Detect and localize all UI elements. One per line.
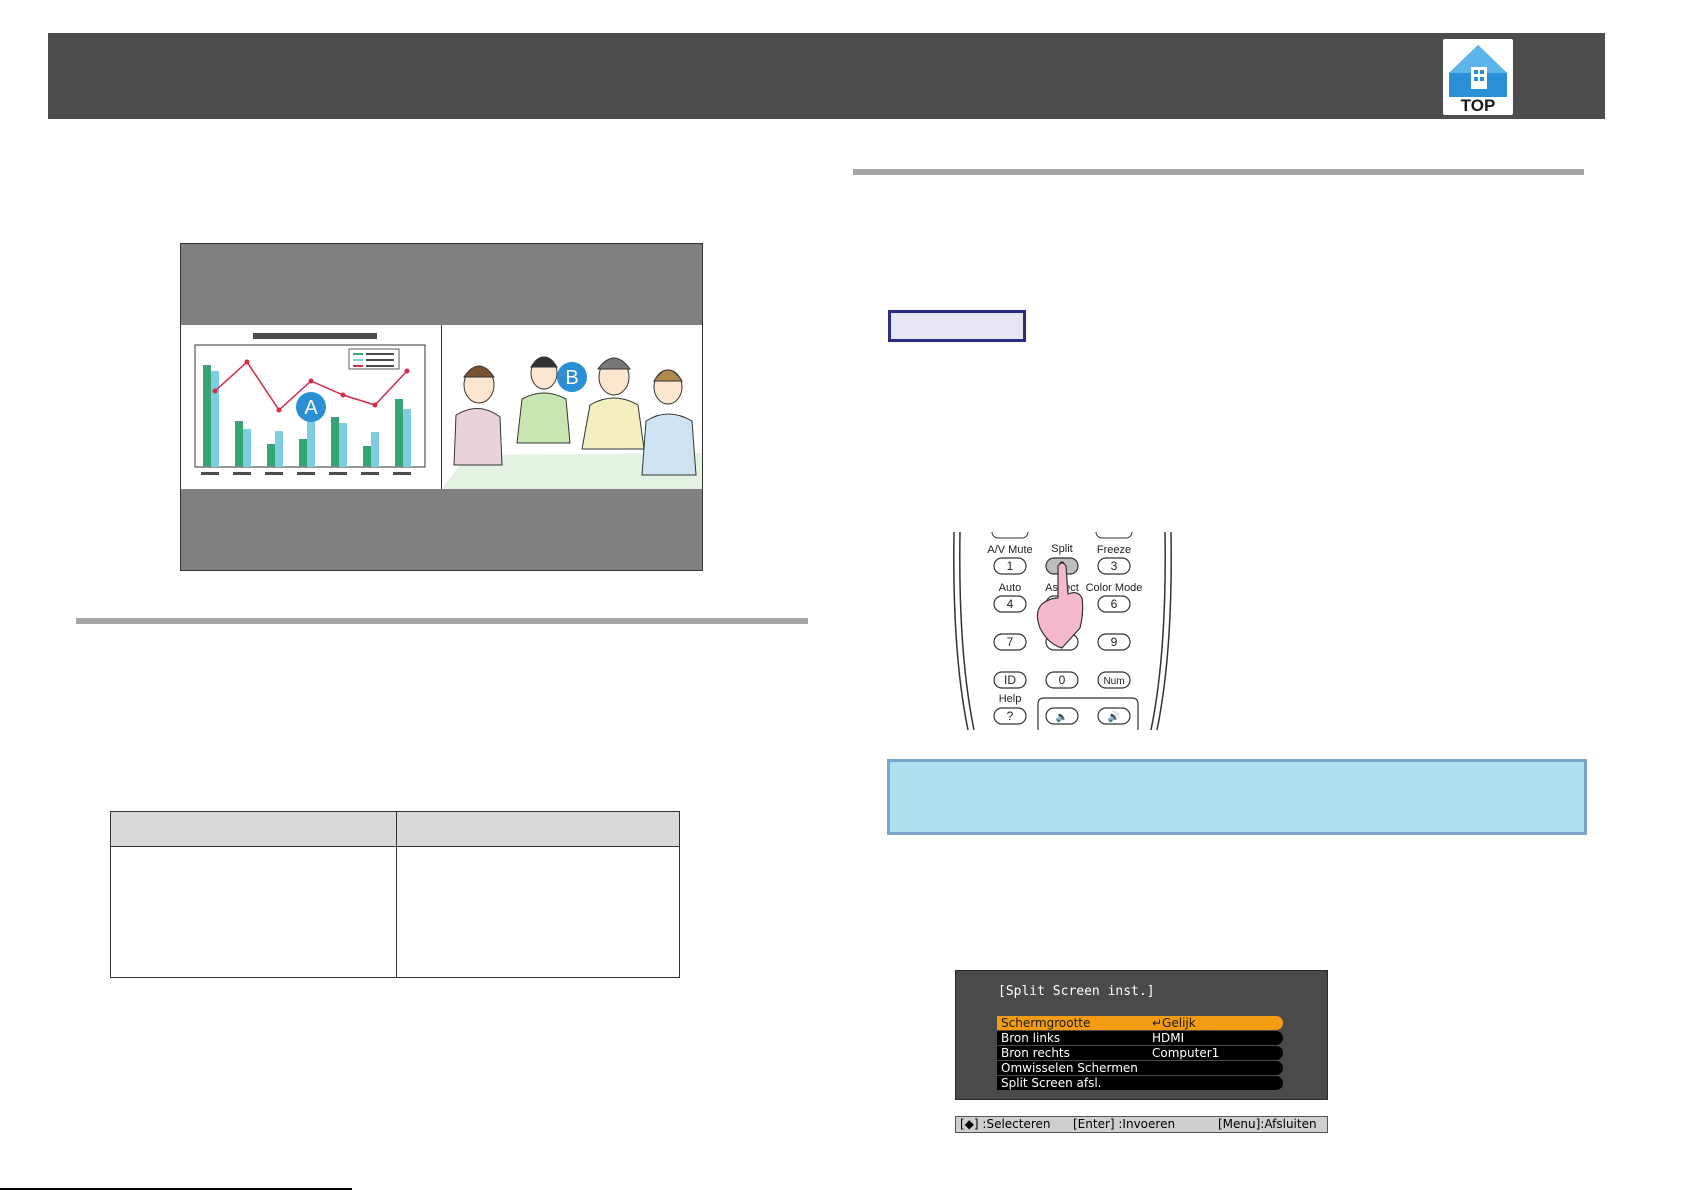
key-num: Num xyxy=(1103,676,1124,687)
table-cell-1 xyxy=(110,846,397,978)
panel-b-meeting: B xyxy=(442,325,702,489)
section-rule-right xyxy=(853,169,1584,175)
osd-row-bron-rechts[interactable]: Bron rechts Computer1 xyxy=(997,1046,1283,1060)
key-label-auto: Auto xyxy=(999,582,1022,594)
procedure-tag xyxy=(888,310,1026,342)
speaker-low-icon: 🔈 xyxy=(1056,712,1068,723)
key-6: 6 xyxy=(1111,597,1118,611)
osd-row-value: ↵Gelijk xyxy=(1152,1016,1196,1030)
key-1: 1 xyxy=(1007,559,1014,573)
osd-split-screen-menu: [Split Screen inst.] Schermgrootte ↵Geli… xyxy=(955,970,1328,1100)
table-cell-2 xyxy=(396,846,680,978)
key-label-split: Split xyxy=(1051,543,1072,555)
section-rule-left xyxy=(76,618,808,624)
key-help: ? xyxy=(1007,709,1014,723)
remote-control-illustration: A/V Mute Split Freeze Auto Aspect Color … xyxy=(950,525,1175,731)
osd-row-label: Schermgrootte xyxy=(1001,1016,1091,1030)
key-id: ID xyxy=(1004,673,1016,687)
osd-row-bron-links[interactable]: Bron links HDMI xyxy=(997,1031,1283,1045)
callout-a-label: A xyxy=(304,397,318,419)
key-label-color-mode: Color Mode xyxy=(1086,582,1143,594)
table-header-cell-2 xyxy=(396,811,680,847)
osd-row-schermgrootte[interactable]: Schermgrootte ↵Gelijk xyxy=(997,1016,1283,1030)
speaker-high-icon: 🔊 xyxy=(1108,710,1120,723)
osd-footer-exit: [Menu]:Afsluiten xyxy=(1218,1117,1317,1131)
top-label: TOP xyxy=(1461,96,1496,115)
key-label-freeze: Freeze xyxy=(1097,544,1131,556)
osd-row-omwisselen-schermen[interactable]: Omwisselen Schermen xyxy=(997,1061,1283,1075)
top-button[interactable]: TOP xyxy=(1443,39,1513,115)
osd-row-label: Bron rechts xyxy=(1001,1046,1070,1060)
key-9: 9 xyxy=(1111,635,1118,649)
callout-b-label: B xyxy=(565,367,578,389)
info-table xyxy=(110,811,680,978)
osd-row-value: Computer1 xyxy=(1152,1046,1220,1060)
pressing-finger-icon xyxy=(1036,562,1084,649)
table-header-cell-1 xyxy=(110,811,397,847)
osd-footer-bar: [◆] :Selecteren [Enter] :Invoeren [Menu]… xyxy=(955,1116,1328,1133)
osd-row-label: Split Screen afsl. xyxy=(1001,1076,1102,1090)
house-icon xyxy=(1471,67,1487,89)
key-label-av-mute: A/V Mute xyxy=(987,544,1032,556)
tip-box xyxy=(887,759,1587,835)
osd-footer-enter: [Enter] :Invoeren xyxy=(1073,1117,1176,1131)
key-label-help: Help xyxy=(999,693,1022,705)
osd-footer-select: [◆] :Selecteren xyxy=(960,1117,1051,1131)
key-7: 7 xyxy=(1007,635,1014,649)
panel-a-chart: A xyxy=(181,325,442,489)
osd-row-label: Bron links xyxy=(1001,1031,1061,1045)
osd-title: [Split Screen inst.] xyxy=(998,984,1155,999)
osd-row-label: Omwisselen Schermen xyxy=(1001,1061,1138,1075)
osd-row-split-screen-afsl[interactable]: Split Screen afsl. xyxy=(997,1076,1283,1090)
key-0: 0 xyxy=(1059,673,1066,687)
footer-rule xyxy=(0,1188,352,1190)
page-header-bar xyxy=(48,33,1605,119)
osd-row-value: HDMI xyxy=(1152,1031,1185,1045)
key-4: 4 xyxy=(1007,597,1014,611)
key-3: 3 xyxy=(1111,559,1118,573)
